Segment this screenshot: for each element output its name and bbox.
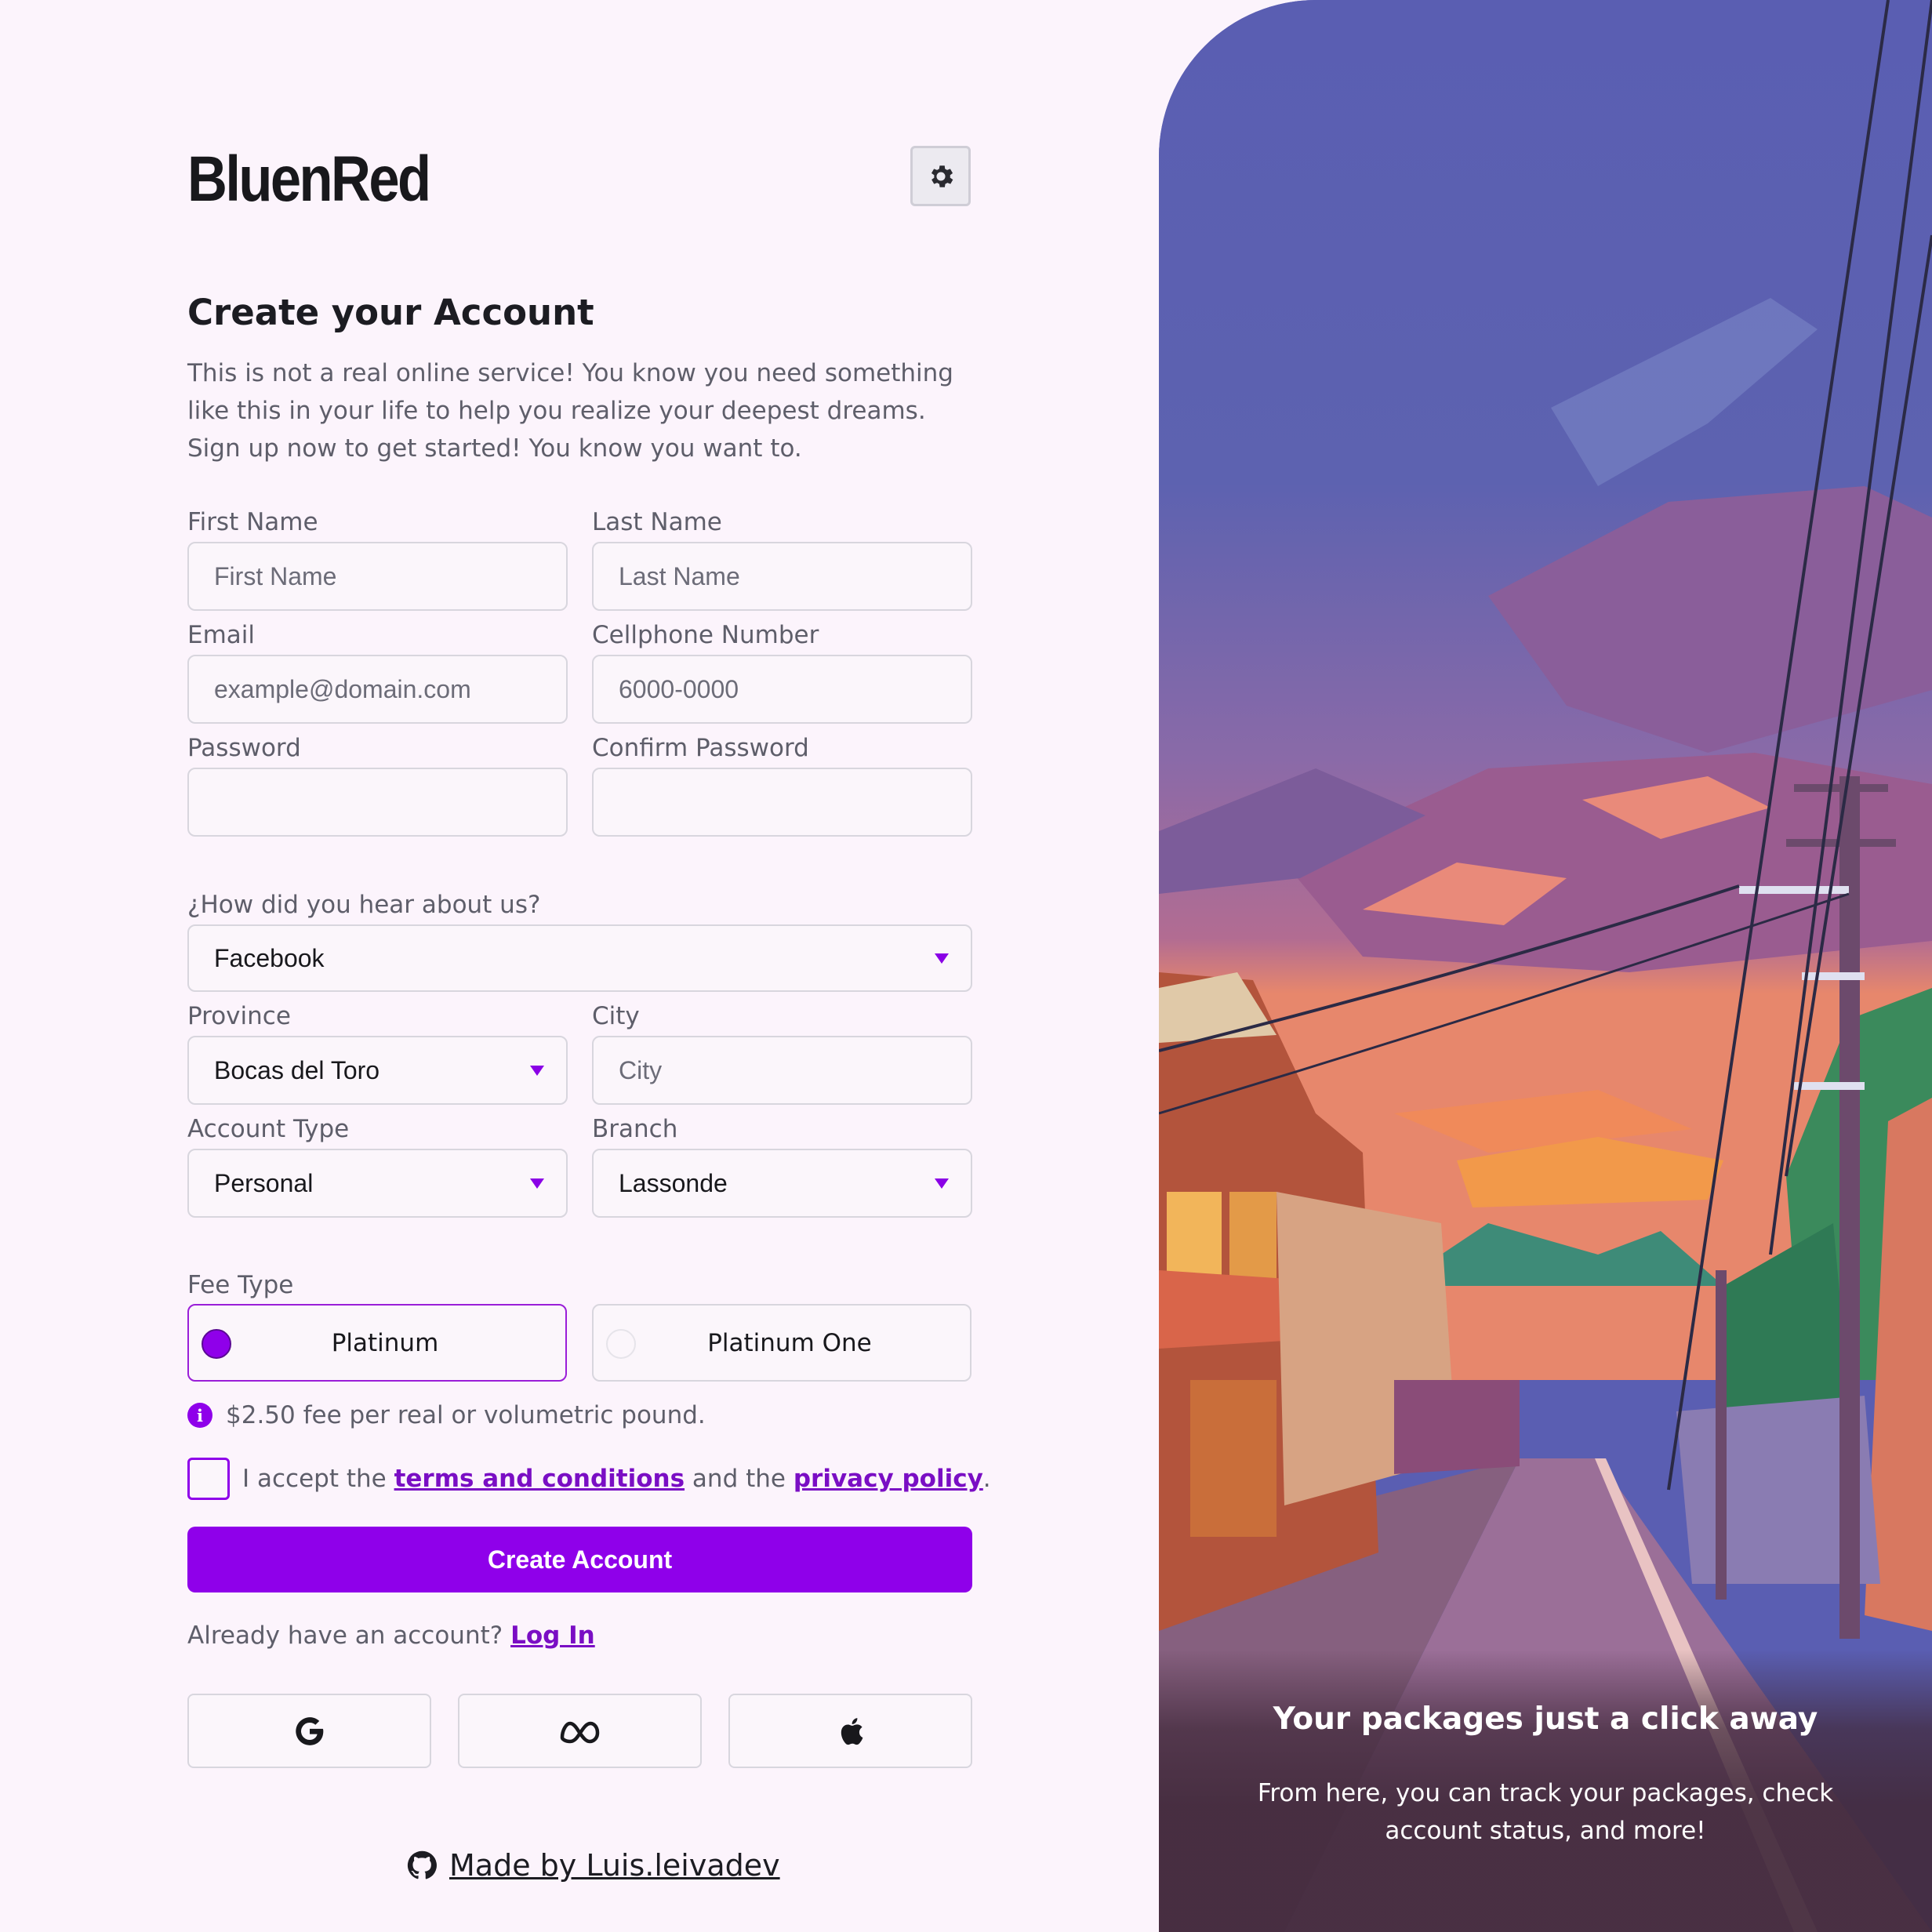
create-account-button[interactable]: Create Account (187, 1527, 972, 1592)
phone-input[interactable] (592, 655, 972, 724)
google-signin-button[interactable] (187, 1694, 431, 1768)
privacy-link[interactable]: privacy policy (794, 1465, 983, 1493)
hero-panel: Your packages just a click away From her… (1159, 0, 1932, 1932)
signup-panel: BluenRed Create your Account This is not… (0, 0, 1159, 1932)
terms-middle: and the (692, 1465, 786, 1493)
info-icon: i (187, 1403, 212, 1428)
fee-option-platinum-one[interactable]: Platinum One (592, 1304, 971, 1382)
page-title: Create your Account (187, 292, 594, 333)
apple-icon (841, 1717, 862, 1745)
branch-label: Branch (592, 1115, 678, 1143)
brand-logo: BluenRed (187, 143, 431, 215)
referral-value: Facebook (214, 943, 325, 972)
phone-label: Cellphone Number (592, 621, 819, 649)
account-type-label: Account Type (187, 1115, 350, 1143)
fee-option-label: Platinum (331, 1328, 439, 1357)
city-label: City (592, 1002, 640, 1030)
confirm-password-label: Confirm Password (592, 734, 809, 762)
province-select[interactable]: Bocas del Toro (187, 1036, 568, 1105)
fee-option-label: Platinum One (707, 1328, 872, 1357)
last-name-label: Last Name (592, 508, 722, 536)
account-type-value: Personal (214, 1168, 314, 1197)
login-prompt: Already have an account? Log In (187, 1622, 595, 1650)
theme-toggle-button[interactable] (910, 146, 971, 206)
chevron-down-icon (935, 953, 949, 964)
branch-select[interactable]: Lassonde (592, 1149, 972, 1218)
login-prompt-text: Already have an account? (187, 1622, 503, 1650)
fee-option-platinum[interactable]: Platinum (187, 1304, 567, 1382)
email-input[interactable] (187, 655, 568, 724)
chevron-down-icon (530, 1178, 544, 1189)
fee-type-label: Fee Type (187, 1271, 294, 1299)
referral-select[interactable]: Facebook (187, 924, 972, 992)
account-type-select[interactable]: Personal (187, 1149, 568, 1218)
radio-selected[interactable] (202, 1329, 231, 1359)
confirm-password-input[interactable] (592, 768, 972, 837)
footer-credit[interactable]: Made by Luis.leivadev (407, 1848, 780, 1883)
github-icon (407, 1850, 437, 1879)
terms-link[interactable]: terms and conditions (394, 1465, 685, 1493)
terms-prefix: I accept the (242, 1465, 387, 1493)
password-input[interactable] (187, 768, 568, 837)
chevron-down-icon (935, 1178, 949, 1189)
password-label: Password (187, 734, 301, 762)
intro-text: This is not a real online service! You k… (187, 359, 953, 463)
apple-signin-button[interactable] (728, 1694, 972, 1768)
meta-icon (560, 1721, 599, 1743)
province-label: Province (187, 1002, 291, 1030)
street-illustration (1159, 0, 1932, 1932)
email-label: Email (187, 621, 256, 649)
fee-info-text: $2.50 fee per real or volumetric pound. (226, 1401, 706, 1429)
city-input[interactable] (592, 1036, 972, 1105)
radio-unselected[interactable] (606, 1329, 636, 1359)
footer-link[interactable]: Made by Luis.leivadev (449, 1848, 780, 1883)
panel-text: From here, you can track your packages, … (1257, 1779, 1834, 1845)
panel-title: Your packages just a click away (1273, 1701, 1818, 1737)
terms-suffix: . (982, 1465, 991, 1493)
branch-value: Lassonde (619, 1168, 728, 1197)
google-icon (295, 1716, 323, 1745)
terms-row: I accept the terms and conditions and th… (187, 1458, 991, 1500)
referral-label: ¿How did you hear about us? (187, 891, 541, 919)
login-link[interactable]: Log In (510, 1622, 595, 1650)
fee-info: i $2.50 fee per real or volumetric pound… (187, 1401, 706, 1429)
first-name-input[interactable] (187, 542, 568, 611)
terms-checkbox[interactable] (187, 1458, 230, 1500)
first-name-label: First Name (187, 508, 318, 536)
province-value: Bocas del Toro (214, 1055, 380, 1084)
chevron-down-icon (530, 1065, 544, 1076)
meta-signin-button[interactable] (458, 1694, 702, 1768)
last-name-input[interactable] (592, 542, 972, 611)
gear-icon (931, 165, 953, 187)
